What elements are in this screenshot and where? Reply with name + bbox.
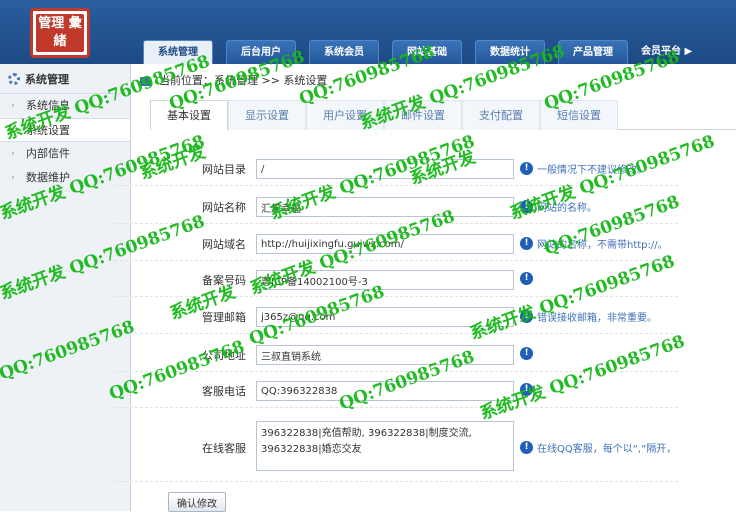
site-logo: 管理 彙緒 — [30, 8, 90, 58]
hint-text: 网站的名称。 — [537, 203, 597, 214]
nav-tab-member-platform[interactable]: 会员平台 ▶ — [641, 40, 692, 64]
home-icon — [140, 76, 151, 86]
field-label: 网站名称 — [202, 201, 246, 214]
info-icon: ! — [520, 383, 533, 396]
logo-text: 管理 彙緒 — [36, 14, 84, 52]
confirm-button[interactable]: 确认修改 — [168, 492, 226, 512]
sidebar-item-system-info[interactable]: › 系统信息 — [0, 94, 130, 118]
chevron-right-icon: › — [11, 173, 15, 183]
sidebar-item-system-settings[interactable]: › 系统设置 — [0, 118, 130, 142]
nav-tab-admin-users[interactable]: 后台用户 — [226, 40, 296, 64]
field-label: 公司地址 — [202, 349, 246, 362]
nav-tab-members[interactable]: 系统会员 — [309, 40, 379, 64]
settings-panel: 基本设置 显示设置 用户设置 邮件设置 支付配置 短信设置 — [150, 100, 736, 130]
field-hint: ! 错误接收邮箱，非常重要。 — [520, 309, 657, 324]
field-hint: ! — [520, 347, 537, 360]
tab-sms-settings[interactable]: 短信设置 — [540, 100, 618, 130]
form-row-site-dir: 网站目录 ! 一般情况下不建议修改。 — [110, 152, 678, 186]
sidebar-title: 系统管理 — [0, 64, 130, 94]
breadcrumb-text: 当前位置：系统管理 >> 系统设置 — [159, 74, 328, 87]
sidebar-title-label: 系统管理 — [25, 72, 69, 86]
company-address-input[interactable] — [256, 345, 514, 365]
info-icon: ! — [520, 162, 533, 175]
tab-payment-settings[interactable]: 支付配置 — [462, 100, 540, 130]
field-label: 网站域名 — [202, 238, 246, 251]
icp-number-input[interactable] — [256, 270, 514, 290]
sidebar-item-label: 系统信息 — [26, 99, 70, 112]
nav-tab-site-basics[interactable]: 网站基础 — [392, 40, 462, 64]
chevron-right-icon: › — [11, 149, 15, 159]
chevron-right-icon: › — [11, 101, 15, 111]
field-hint: ! 在线QQ客服，每个以“,”隔开， — [520, 440, 676, 455]
online-service-textarea[interactable]: 396322838|充值帮助, 396322838|制度交流, 39632283… — [256, 421, 514, 471]
field-label: 管理邮箱 — [202, 311, 246, 324]
site-name-input[interactable] — [256, 197, 514, 217]
sidebar-item-label: 内部信件 — [26, 147, 70, 160]
sidebar-item-label: 数据维护 — [26, 171, 70, 184]
tab-user-settings[interactable]: 用户设置 — [306, 100, 384, 130]
field-hint: ! 一般情况下不建议修改。 — [520, 161, 647, 176]
hint-text: 一般情况下不建议修改。 — [537, 165, 647, 176]
hint-text: 在线QQ客服，每个以“,”隔开， — [537, 444, 677, 455]
chevron-right-icon: › — [11, 126, 15, 136]
nav-tab-system[interactable]: 系统管理 — [143, 40, 213, 64]
field-label: 在线客服 — [202, 442, 246, 455]
info-icon: ! — [520, 347, 533, 360]
info-icon: ! — [520, 272, 533, 285]
form-row-online-service: 在线客服 396322838|充值帮助, 396322838|制度交流, 396… — [110, 412, 678, 482]
hint-text: 错误接收邮箱，非常重要。 — [537, 313, 657, 324]
tab-display-settings[interactable]: 显示设置 — [228, 100, 306, 130]
form-row-site-name: 网站名称 ! 网站的名称。 — [110, 190, 678, 224]
tab-basic-settings[interactable]: 基本设置 — [150, 100, 228, 130]
form-row-icp: 备案号码 ! — [110, 263, 678, 297]
nav-tab-statistics[interactable]: 数据统计 — [475, 40, 545, 64]
field-hint: ! — [520, 272, 537, 285]
site-domain-input[interactable] — [256, 234, 514, 254]
top-nav: 系统管理 后台用户 系统会员 网站基础 数据统计 产品管理 会员平台 ▶ — [143, 40, 692, 64]
info-icon: ! — [520, 200, 533, 213]
settings-tabs: 基本设置 显示设置 用户设置 邮件设置 支付配置 短信设置 — [150, 100, 736, 130]
tab-mail-settings[interactable]: 邮件设置 — [384, 100, 462, 130]
sidebar-item-label: 系统设置 — [26, 124, 70, 137]
top-header: 管理 彙緒 系统管理 后台用户 系统会员 网站基础 数据统计 产品管理 会员平台… — [0, 0, 736, 64]
field-hint: ! 网站的名称，不需带http://。 — [520, 236, 668, 251]
form-row-site-domain: 网站域名 ! 网站的名称，不需带http://。 — [110, 227, 678, 261]
form-row-admin-email: 管理邮箱 ! 错误接收邮箱，非常重要。 — [110, 300, 678, 334]
field-hint: ! — [520, 383, 537, 396]
gear-icon — [8, 72, 20, 85]
hint-text: 网站的名称，不需带http://。 — [537, 240, 668, 251]
service-phone-input[interactable] — [256, 381, 514, 401]
info-icon: ! — [520, 237, 533, 250]
admin-email-input[interactable] — [256, 307, 514, 327]
field-label: 备案号码 — [202, 274, 246, 287]
field-label: 客服电话 — [202, 385, 246, 398]
site-dir-input[interactable] — [256, 159, 514, 179]
form-row-service-phone: 客服电话 ! — [110, 374, 678, 408]
form-row-company-address: 公司地址 ! — [110, 338, 678, 372]
field-hint: ! 网站的名称。 — [520, 199, 597, 214]
breadcrumb: 当前位置：系统管理 >> 系统设置 — [140, 70, 327, 92]
info-icon: ! — [520, 310, 533, 323]
info-icon: ! — [520, 441, 533, 454]
nav-tab-products[interactable]: 产品管理 — [558, 40, 628, 64]
field-label: 网站目录 — [202, 163, 246, 176]
